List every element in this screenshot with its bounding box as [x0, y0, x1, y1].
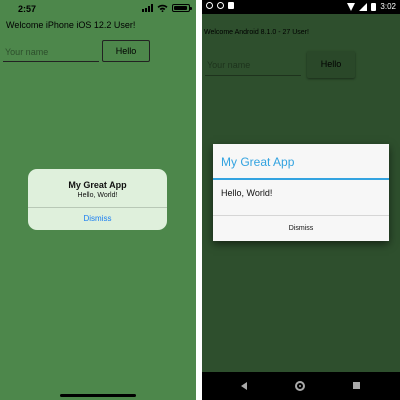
welcome-label: Welcome Android 8.1.0 - 27 User!: [204, 29, 309, 36]
dialog-message: Hello, World!: [221, 188, 273, 198]
alert-message: Hello, World!: [77, 192, 118, 199]
wifi-icon: [347, 2, 356, 11]
home-icon[interactable]: [295, 381, 305, 391]
back-icon[interactable]: [241, 382, 247, 390]
welcome-label: Welcome iPhone iOS 12.2 User!: [6, 20, 136, 30]
android-screen: 3:02 Welcome Android 8.1.0 - 27 User! Yo…: [202, 0, 400, 400]
alert-title: My Great App: [68, 180, 127, 190]
cellular-signal-icon: [142, 4, 153, 12]
battery-icon: [172, 4, 192, 12]
ios-status-bar: 2:57: [0, 0, 196, 18]
battery-icon: [371, 2, 377, 11]
cellular-signal-icon: [359, 2, 368, 11]
dismiss-button[interactable]: Dismiss: [28, 208, 167, 230]
dismiss-button[interactable]: Dismiss: [213, 216, 389, 241]
wifi-icon: [157, 4, 168, 12]
system-icons: 3:02: [347, 2, 396, 11]
notification-icon: [217, 2, 224, 9]
home-indicator[interactable]: [60, 394, 136, 397]
recents-icon[interactable]: [353, 382, 360, 389]
name-input[interactable]: Your name: [3, 42, 99, 62]
android-status-bar: 3:02: [202, 0, 400, 14]
ios-status-time: 2:57: [18, 4, 37, 14]
ios-screen: 2:57 Welcome iPhone iOS 12.2 User! Your …: [0, 0, 196, 400]
hello-button[interactable]: Hello: [102, 40, 150, 62]
dialog-title-divider: [213, 178, 389, 180]
android-status-time: 3:02: [380, 2, 396, 11]
name-input[interactable]: Your name: [205, 54, 301, 76]
dialog-title: My Great App: [221, 155, 295, 169]
notification-icon: [206, 2, 213, 9]
navigation-bar: [202, 372, 400, 400]
alert-dialog: My Great App Hello, World! Dismiss: [213, 144, 389, 241]
hello-button[interactable]: Hello: [307, 51, 355, 78]
ios-status-icons: [142, 4, 192, 12]
sd-card-icon: [228, 2, 234, 9]
alert-dialog: My Great App Hello, World! Dismiss: [28, 169, 167, 230]
notification-icons: [206, 2, 234, 9]
